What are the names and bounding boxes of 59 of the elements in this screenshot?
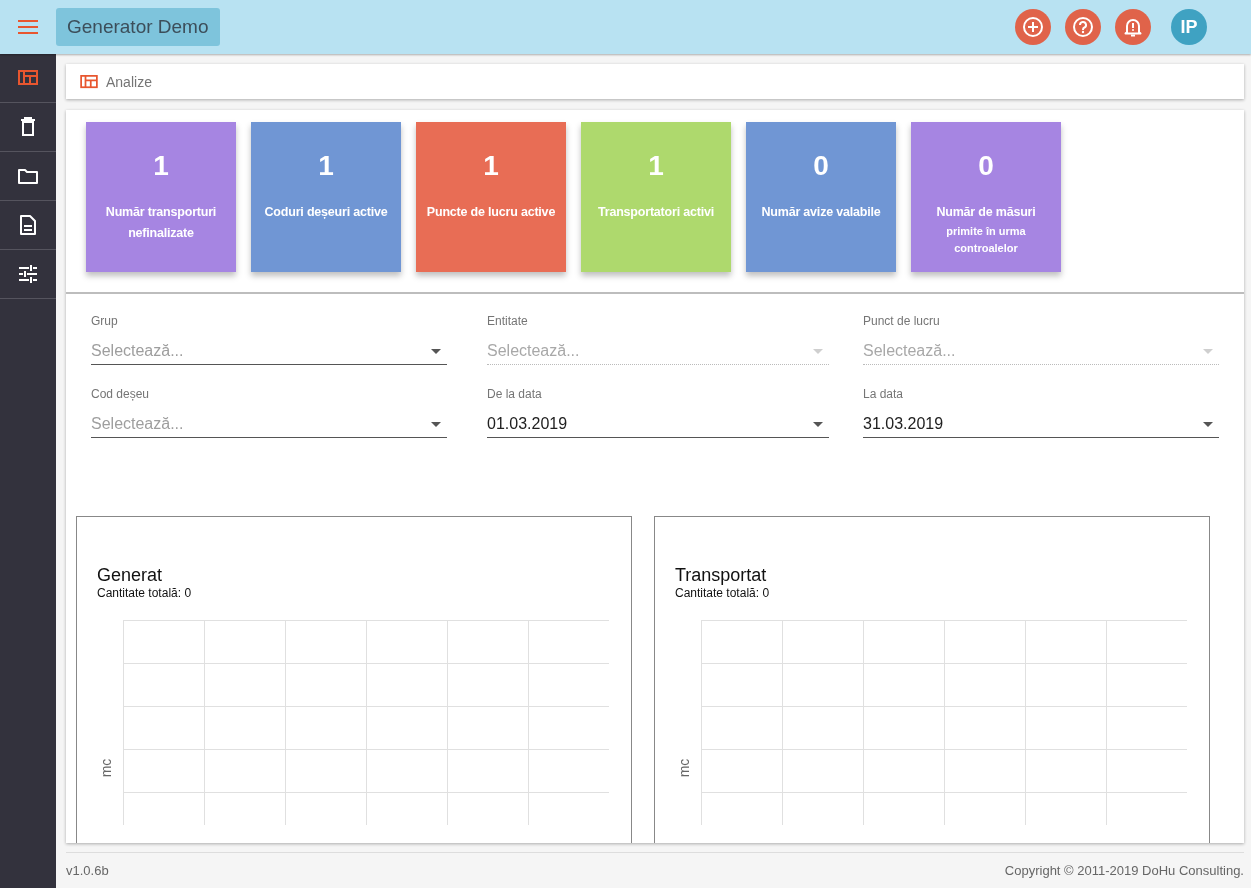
chart-title: Generat bbox=[97, 565, 164, 586]
stat-label: Coduri deșeuri active bbox=[263, 204, 389, 221]
stat-tile[interactable]: 1 Transportatori activi bbox=[581, 122, 731, 272]
bell-alert-icon bbox=[1122, 16, 1144, 38]
stat-tile[interactable]: 1 Puncte de lucru active bbox=[416, 122, 566, 272]
dropdown-caret-icon bbox=[1203, 421, 1213, 427]
chart-total: Cantitate totală: 0 bbox=[675, 586, 771, 600]
stat-tile[interactable]: 0 Număr avize valabile bbox=[746, 122, 896, 272]
field-label: Grup bbox=[91, 314, 119, 328]
dropdown-caret-icon bbox=[813, 421, 823, 427]
stat-value: 0 bbox=[813, 150, 829, 182]
field-label: La data bbox=[863, 387, 905, 401]
field-label: Punct de lucru bbox=[863, 314, 941, 328]
axis-label: mc bbox=[98, 758, 115, 778]
version-text: v1.0.6b bbox=[66, 863, 109, 878]
document-icon bbox=[20, 215, 36, 235]
select-field[interactable]: 31.03.2019 bbox=[863, 411, 1219, 438]
stat-tile[interactable]: 1 Coduri deșeuri active bbox=[251, 122, 401, 272]
trash-icon bbox=[20, 117, 36, 137]
select-field[interactable]: Selectează... bbox=[91, 338, 447, 365]
field-label: De la data bbox=[487, 387, 543, 401]
stat-value: 0 bbox=[978, 150, 994, 182]
dropdown-caret-icon bbox=[431, 348, 441, 354]
chart-title: Transportat bbox=[675, 565, 768, 586]
stat-label: Puncte de lucru active bbox=[425, 204, 557, 221]
stat-tile[interactable]: 0 Număr de măsuri primite în urma controalelor bbox=[911, 122, 1061, 272]
dashboard-icon bbox=[80, 74, 98, 89]
help-button[interactable] bbox=[1065, 9, 1101, 45]
stat-label: Număr avize valabile bbox=[760, 204, 882, 221]
stat-label: Număr transporturi nefinalizate bbox=[104, 204, 218, 242]
dropdown-caret-icon bbox=[431, 421, 441, 427]
dropdown-caret-icon bbox=[1203, 348, 1213, 354]
app-title[interactable]: Generator Demo bbox=[56, 8, 220, 46]
notifications-button[interactable] bbox=[1115, 9, 1151, 45]
add-button[interactable] bbox=[1015, 9, 1051, 45]
breadcrumb-label: Analize bbox=[106, 73, 152, 90]
dashboard-icon bbox=[18, 70, 38, 86]
sliders-icon bbox=[18, 265, 38, 283]
add-icon bbox=[1022, 16, 1044, 38]
user-avatar[interactable]: IP bbox=[1171, 9, 1207, 45]
chart-total: Cantitate totală: 0 bbox=[97, 586, 193, 600]
stat-value: 1 bbox=[318, 150, 334, 182]
field-label: Entitate bbox=[487, 314, 529, 328]
stat-value: 1 bbox=[153, 150, 169, 182]
menu-icon bbox=[18, 20, 38, 34]
help-icon bbox=[1072, 16, 1094, 38]
field-label: Cod deșeu bbox=[91, 387, 151, 401]
stat-sublabel: primite în urma controalelor bbox=[945, 224, 1027, 256]
stat-value: 1 bbox=[648, 150, 664, 182]
stat-label: Număr de măsuri bbox=[935, 204, 1037, 221]
stat-value: 1 bbox=[483, 150, 499, 182]
axis-label: mc bbox=[676, 758, 693, 778]
dropdown-caret-icon bbox=[813, 348, 823, 354]
folder-icon bbox=[18, 168, 38, 184]
select-field[interactable]: Selectează... bbox=[91, 411, 447, 438]
stat-label: Transportatori activi bbox=[597, 204, 715, 221]
copyright-text: Copyright © 2011-2019 DoHu Consulting. bbox=[1004, 863, 1244, 878]
stat-tile[interactable]: 1 Număr transporturi nefinalizate bbox=[86, 122, 236, 272]
select-field[interactable]: 01.03.2019 bbox=[487, 411, 829, 438]
